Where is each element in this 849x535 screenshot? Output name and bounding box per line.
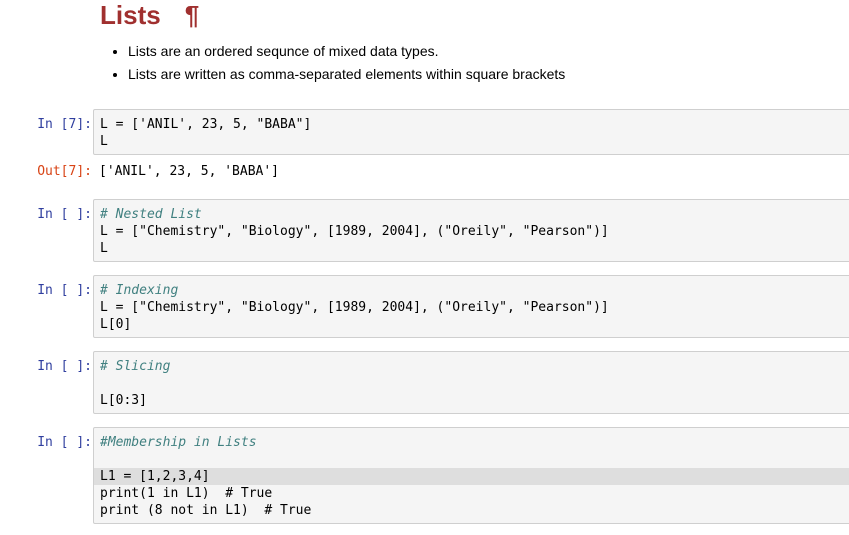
code-text: print (8 not in L1) # True (100, 503, 312, 518)
code-line[interactable]: print (8 not in L1) # True (100, 502, 849, 519)
code-line[interactable]: L (100, 133, 849, 150)
code-text: L (100, 134, 108, 149)
output-area: ['ANIL', 23, 5, 'BABA'] (93, 157, 849, 187)
input-prompt: In [ ]: (37, 283, 92, 298)
list-item: Lists are an ordered sequnce of mixed da… (128, 40, 565, 63)
code-line[interactable]: L (100, 240, 849, 257)
code-text: print(1 in L1) # True (100, 486, 273, 501)
input-prompt: In [ ]: (37, 435, 92, 450)
output-prompt: Out[7]: (37, 164, 92, 179)
code-line[interactable]: L = ["Chemistry", "Biology", [1989, 2004… (100, 223, 849, 240)
code-cell-2[interactable]: # Nested List L = ["Chemistry", "Biology… (93, 199, 849, 262)
code-line[interactable]: # Slicing (100, 358, 849, 375)
code-line[interactable]: L = ['ANIL', 23, 5, "BABA"] (100, 116, 849, 133)
list-item: Lists are written as comma-separated ele… (128, 63, 565, 86)
code-line[interactable]: L[0] (100, 316, 849, 333)
section-heading: Lists ¶ (100, 0, 199, 34)
code-line[interactable] (100, 375, 849, 392)
code-cell-5[interactable]: #Membership in Lists L1 = [1,2,3,4] prin… (93, 427, 849, 524)
code-line[interactable]: #Membership in Lists (100, 434, 849, 451)
code-text: L = ['ANIL', 23, 5, "BABA"] (100, 117, 312, 132)
heading-title: Lists (100, 0, 161, 30)
code-text: L = ["Chemistry", "Biology", [1989, 2004… (100, 300, 609, 315)
code-text: L = ["Chemistry", "Biology", [1989, 2004… (100, 224, 609, 239)
code-line[interactable] (100, 451, 849, 468)
code-line[interactable]: L = ["Chemistry", "Biology", [1989, 2004… (100, 299, 849, 316)
input-prompt: In [7]: (37, 117, 92, 132)
code-text: L[0] (100, 317, 132, 332)
code-text: # Nested List (100, 207, 202, 222)
code-text: #Membership in Lists (100, 435, 257, 450)
code-text: # Indexing (100, 283, 179, 298)
bullet-list: Lists are an ordered sequnce of mixed da… (109, 40, 565, 86)
code-text: L (100, 241, 108, 256)
code-cell-1[interactable]: L = ['ANIL', 23, 5, "BABA"] L (93, 109, 849, 155)
output-text: ['ANIL', 23, 5, 'BABA'] (99, 164, 280, 179)
code-cell-3[interactable]: # Indexing L = ["Chemistry", "Biology", … (93, 275, 849, 338)
code-text: L1 = [1,2,3,4] (100, 469, 210, 484)
code-line[interactable]: print(1 in L1) # True (100, 485, 849, 502)
output-line: ['ANIL', 23, 5, 'BABA'] (99, 163, 849, 180)
anchor-link-icon[interactable]: ¶ (185, 0, 199, 30)
code-text: # Slicing (100, 359, 171, 374)
input-prompt: In [ ]: (37, 207, 92, 222)
code-line[interactable]: # Indexing (100, 282, 849, 299)
code-text: L[0:3] (100, 393, 147, 408)
code-line[interactable]: # Nested List (100, 206, 849, 223)
code-line[interactable]: L[0:3] (100, 392, 849, 409)
input-prompt: In [ ]: (37, 359, 92, 374)
code-cell-4[interactable]: # Slicing L[0:3] (93, 351, 849, 414)
code-line-highlighted[interactable]: L1 = [1,2,3,4] (94, 468, 849, 485)
